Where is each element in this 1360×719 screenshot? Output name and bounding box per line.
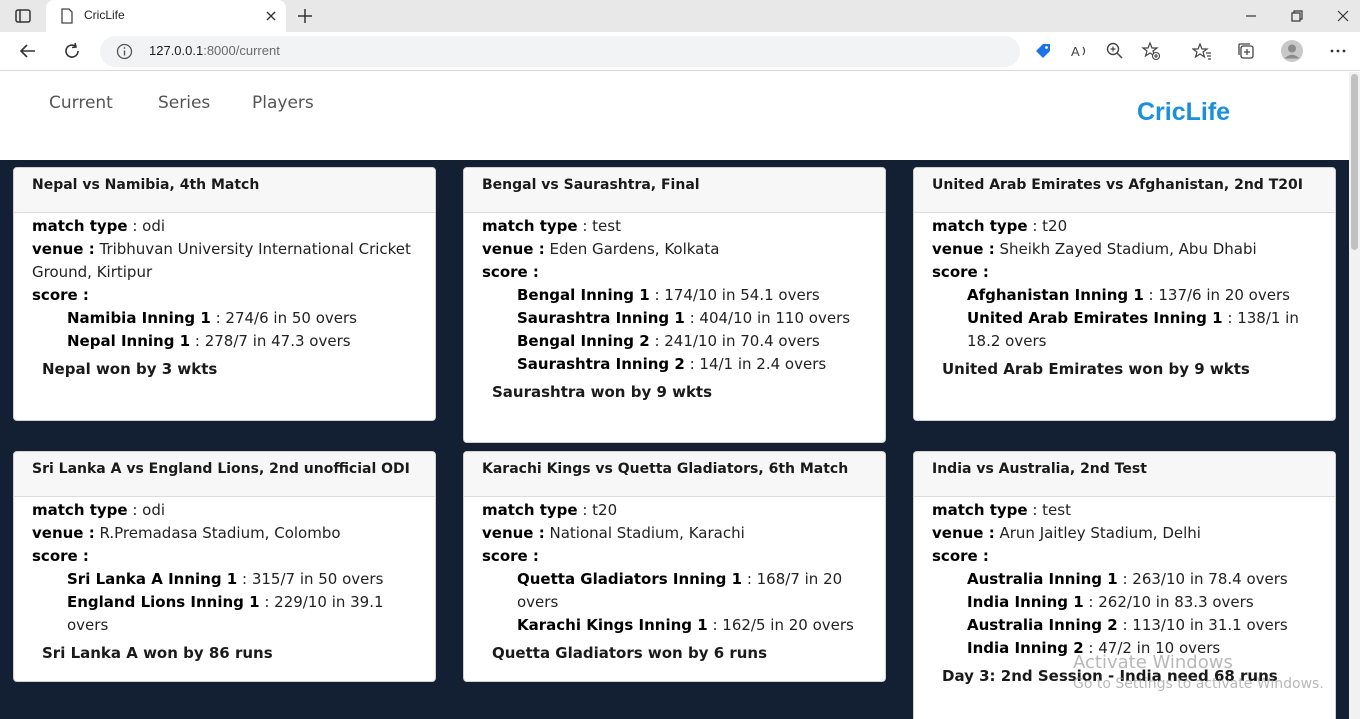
match-title: Sri Lanka A vs England Lions, 2nd unoffi…: [14, 452, 435, 497]
score-label: score :: [32, 547, 89, 565]
inning-row: Afghanistan Inning 1 : 137/6 in 20 overs: [967, 286, 1290, 304]
venue-row: venue : Arun Jaitley Stadium, Delhi: [932, 524, 1201, 542]
close-tab-icon[interactable]: [264, 9, 278, 23]
match-type-row: match type : odi: [32, 501, 166, 519]
match-type-value: odi: [142, 501, 166, 519]
address-bar[interactable]: 127.0.0.1:8000/current: [100, 36, 1020, 67]
match-details: match type : odi venue : R.Premadasa Sta…: [14, 497, 435, 665]
match-card: United Arab Emirates vs Afghanistan, 2nd…: [913, 167, 1336, 421]
browser-toolbar: 127.0.0.1:8000/current A: [0, 32, 1360, 71]
browser-tab-bar: CricLife: [0, 0, 1360, 32]
inning-row: Saurashtra Inning 1 : 404/10 in 110 over…: [517, 309, 851, 327]
match-result: Saurashtra won by 9 wkts: [492, 383, 713, 401]
minimize-icon[interactable]: [1243, 8, 1259, 24]
scrollbar-thumb[interactable]: [1351, 74, 1358, 250]
match-details: match type : t20 venue : National Stadiu…: [464, 497, 885, 665]
match-type-value: t20: [592, 501, 618, 519]
venue-value: R.Premadasa Stadium, Colombo: [99, 524, 341, 542]
match-type-value: test: [592, 217, 621, 235]
inning-row: Bengal Inning 2 : 241/10 in 70.4 overs: [517, 332, 820, 350]
score-label: score :: [482, 547, 539, 565]
page-scrollbar[interactable]: [1349, 72, 1360, 719]
match-title: India vs Australia, 2nd Test: [914, 452, 1335, 497]
match-title: United Arab Emirates vs Afghanistan, 2nd…: [914, 168, 1335, 213]
site-info-icon[interactable]: [116, 43, 133, 60]
match-card: Sri Lanka A vs England Lions, 2nd unoffi…: [13, 451, 436, 682]
match-type-value: test: [1042, 501, 1071, 519]
inning-row: Saurashtra Inning 2 : 14/1 in 2.4 overs: [517, 355, 827, 373]
svg-text:A: A: [1071, 44, 1080, 59]
back-arrow-icon[interactable]: [18, 41, 38, 61]
page-icon: [61, 8, 73, 24]
restore-icon[interactable]: [1289, 8, 1305, 24]
venue-row: venue : Eden Gardens, Kolkata: [482, 240, 720, 258]
inning-row: United Arab Emirates Inning 1 : 138/1 in…: [967, 309, 1299, 350]
match-details: match type : test venue : Eden Gardens, …: [464, 213, 885, 404]
new-tab-icon[interactable]: [296, 7, 314, 25]
match-result: United Arab Emirates won by 9 wkts: [942, 360, 1250, 378]
zoom-icon[interactable]: [1105, 41, 1125, 61]
match-type-row: match type : odi: [32, 217, 166, 235]
more-options-icon[interactable]: [1328, 41, 1348, 61]
tab-title: CricLife: [84, 8, 125, 22]
shopping-tag-icon[interactable]: [1033, 41, 1053, 61]
match-type-row: match type : test: [482, 217, 621, 235]
inning-row: Nepal Inning 1 : 278/7 in 47.3 overs: [67, 332, 351, 350]
read-aloud-icon[interactable]: A: [1069, 41, 1089, 61]
match-details: match type : t20 venue : Sheikh Zayed St…: [914, 213, 1335, 381]
match-type-row: match type : t20: [482, 501, 618, 519]
inning-row: Namibia Inning 1 : 274/6 in 50 overs: [67, 309, 357, 327]
activation-watermark-subtitle: Go to Settings to activate Windows.: [1073, 676, 1324, 692]
site-header: Current Series Players CricLife: [0, 72, 1349, 160]
inning-row: Sri Lanka A Inning 1 : 315/7 in 50 overs: [67, 570, 384, 588]
add-favorite-icon[interactable]: [1141, 41, 1161, 61]
match-card: Bengal vs Saurashtra, Final match type :…: [463, 167, 886, 443]
tab-actions-icon[interactable]: [14, 7, 32, 25]
venue-row: venue : Sheikh Zayed Stadium, Abu Dhabi: [932, 240, 1257, 258]
match-title: Bengal vs Saurashtra, Final: [464, 168, 885, 213]
match-result: Sri Lanka A won by 86 runs: [42, 644, 273, 662]
score-label: score :: [932, 547, 989, 565]
brand-logo[interactable]: CricLife: [1137, 98, 1230, 127]
inning-row: Bengal Inning 1 : 174/10 in 54.1 overs: [517, 286, 820, 304]
activation-watermark-title: Activate Windows: [1073, 652, 1233, 673]
venue-row: venue : Tribhuvan University Internation…: [32, 240, 411, 281]
match-details: match type : odi venue : Tribhuvan Unive…: [14, 213, 435, 381]
refresh-icon[interactable]: [62, 41, 82, 61]
score-label: score :: [32, 286, 89, 304]
match-card: Nepal vs Namibia, 4th Match match type :…: [13, 167, 436, 421]
collections-icon[interactable]: [1236, 41, 1256, 61]
nav-series[interactable]: Series: [158, 93, 210, 113]
venue-row: venue : R.Premadasa Stadium, Colombo: [32, 524, 341, 542]
match-type-row: match type : test: [932, 501, 1071, 519]
venue-value: Eden Gardens, Kolkata: [549, 240, 720, 258]
profile-avatar-icon[interactable]: [1280, 39, 1304, 63]
close-window-icon[interactable]: [1335, 8, 1351, 24]
browser-tab[interactable]: CricLife: [46, 0, 286, 32]
venue-value: Arun Jaitley Stadium, Delhi: [999, 524, 1201, 542]
nav-current[interactable]: Current: [49, 93, 113, 113]
venue-value: Sheikh Zayed Stadium, Abu Dhabi: [999, 240, 1257, 258]
inning-row: India Inning 1 : 262/10 in 83.3 overs: [967, 593, 1254, 611]
match-card: Karachi Kings vs Quetta Gladiators, 6th …: [463, 451, 886, 682]
venue-row: venue : National Stadium, Karachi: [482, 524, 745, 542]
inning-row: Australia Inning 2 : 113/10 in 31.1 over…: [967, 616, 1288, 634]
score-label: score :: [932, 263, 989, 281]
inning-row: Australia Inning 1 : 263/10 in 78.4 over…: [967, 570, 1288, 588]
match-title: Nepal vs Namibia, 4th Match: [14, 168, 435, 213]
url-text[interactable]: 127.0.0.1:8000/current: [149, 43, 280, 58]
favorites-icon[interactable]: [1192, 41, 1212, 61]
match-result: Nepal won by 3 wkts: [42, 360, 218, 378]
venue-value: National Stadium, Karachi: [549, 524, 745, 542]
match-title: Karachi Kings vs Quetta Gladiators, 6th …: [464, 452, 885, 497]
match-result: Quetta Gladiators won by 6 runs: [492, 644, 768, 662]
nav-players[interactable]: Players: [252, 93, 314, 113]
match-type-value: odi: [142, 217, 166, 235]
match-type-value: t20: [1042, 217, 1068, 235]
match-type-row: match type : t20: [932, 217, 1068, 235]
inning-row: England Lions Inning 1 : 229/10 in 39.1 …: [67, 593, 384, 634]
inning-row: Quetta Gladiators Inning 1 : 168/7 in 20…: [517, 570, 843, 611]
score-label: score :: [482, 263, 539, 281]
inning-row: Karachi Kings Inning 1 : 162/5 in 20 ove…: [517, 616, 854, 634]
